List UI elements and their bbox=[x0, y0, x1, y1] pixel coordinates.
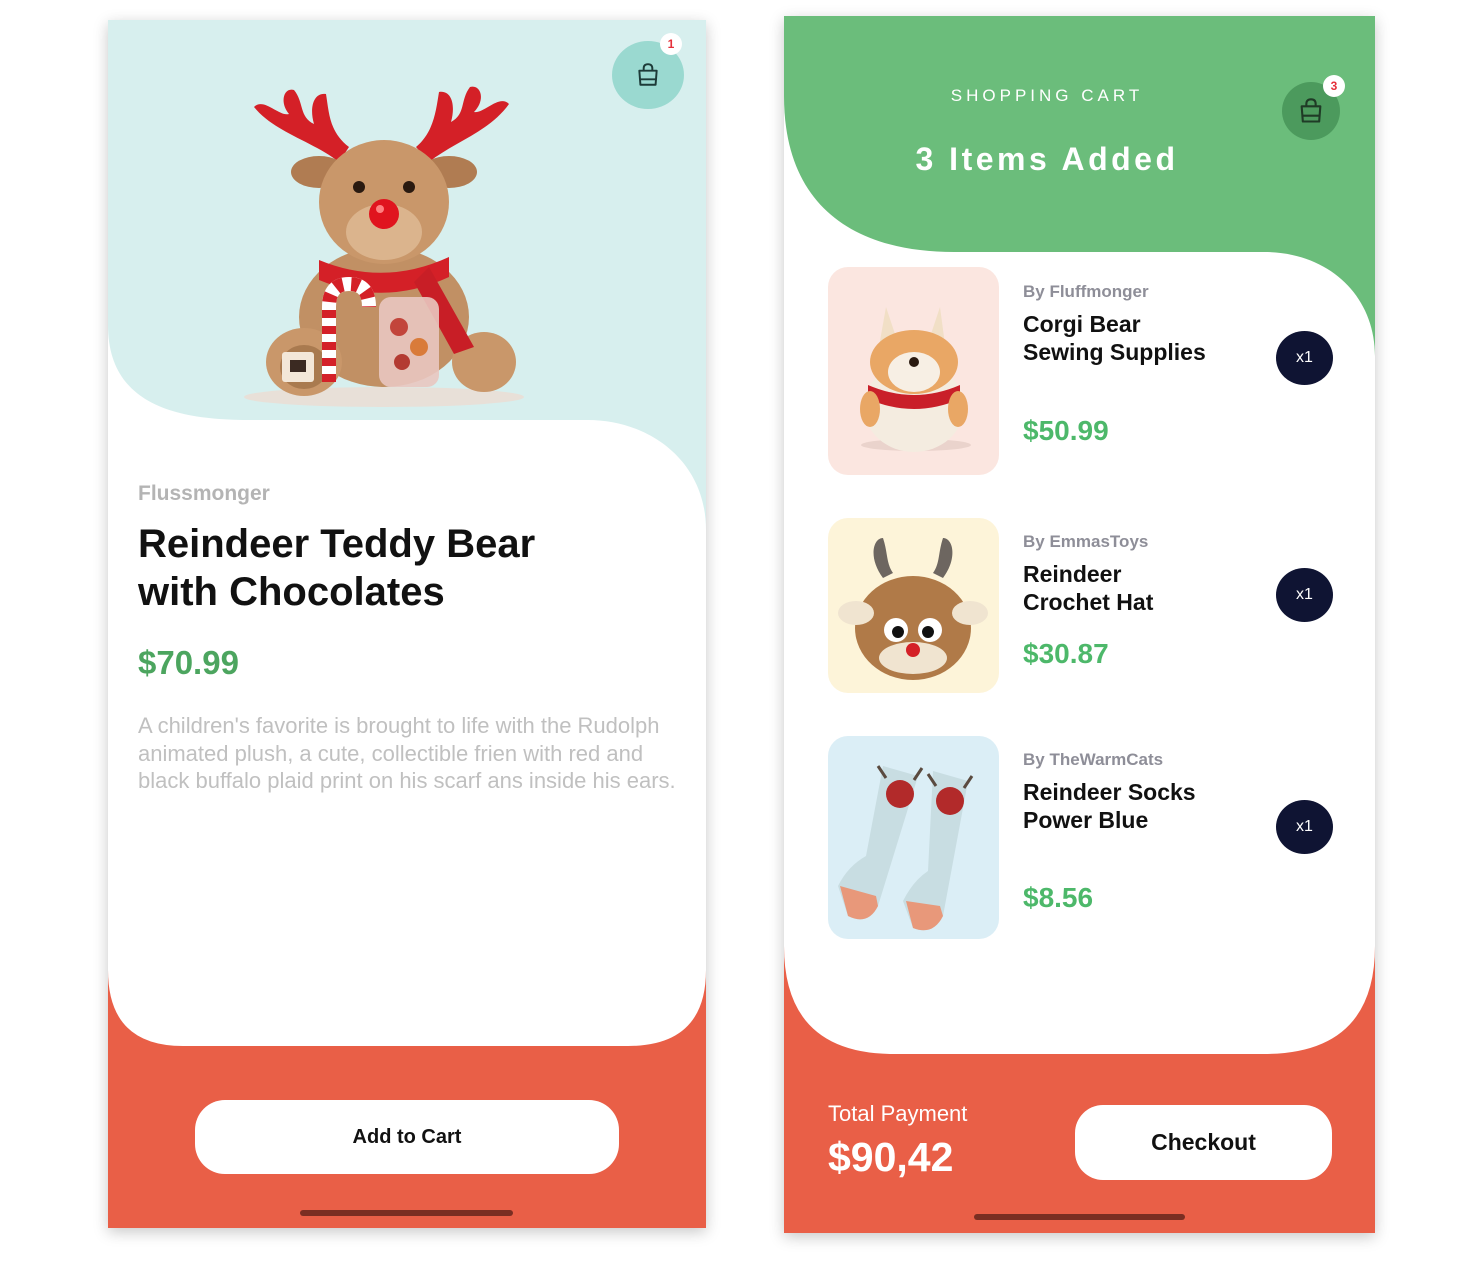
crochet-hat-image bbox=[828, 518, 999, 693]
socks-image bbox=[828, 736, 999, 939]
shopping-cart-screen: SHOPPING CART 3 Items Added 3 By Fluffmo… bbox=[784, 16, 1375, 1233]
product-seller: Flussmonger bbox=[138, 482, 270, 505]
product-title: Reindeer Teddy Bear with Chocolates bbox=[138, 520, 638, 616]
product-detail-screen: 1 Flussmonger Reindeer Teddy Bear with C… bbox=[108, 20, 706, 1228]
item-price: $50.99 bbox=[1023, 415, 1109, 446]
cart-count-badge: 3 bbox=[1323, 75, 1345, 97]
home-indicator bbox=[300, 1210, 513, 1216]
shopping-bag-icon bbox=[638, 63, 658, 86]
product-price: $70.99 bbox=[138, 644, 239, 681]
product-title-line2: with Chocolates bbox=[138, 570, 445, 614]
cart-count-badge: 1 bbox=[660, 33, 682, 55]
product-description: A children's favorite is brought to life… bbox=[138, 713, 676, 793]
corgi-plush-image bbox=[828, 267, 999, 475]
quantity-badge[interactable]: x1 bbox=[1276, 568, 1333, 622]
item-seller: By Fluffmonger bbox=[1023, 282, 1149, 301]
item-name: Corgi Bear Sewing Supplies bbox=[1023, 311, 1206, 365]
product-title-line1: Reindeer Teddy Bear bbox=[138, 522, 536, 566]
total-payment-label: Total Payment bbox=[828, 1101, 968, 1126]
items-added-title: 3 Items Added bbox=[915, 141, 1179, 177]
item-name: Reindeer Socks Power Blue bbox=[1023, 779, 1196, 833]
checkout-button[interactable]: Checkout bbox=[1075, 1105, 1332, 1180]
item-seller: By EmmasToys bbox=[1023, 532, 1149, 551]
home-indicator bbox=[974, 1214, 1185, 1220]
shopping-bag-icon bbox=[1300, 98, 1322, 123]
item-name: Reindeer Crochet Hat bbox=[1023, 561, 1154, 615]
item-seller: By TheWarmCats bbox=[1023, 750, 1164, 769]
quantity-badge[interactable]: x1 bbox=[1276, 331, 1333, 385]
item-price: $30.87 bbox=[1023, 638, 1109, 669]
reindeer-teddy-image bbox=[244, 86, 524, 407]
quantity-badge[interactable]: x1 bbox=[1276, 800, 1333, 854]
item-price: $8.56 bbox=[1023, 882, 1094, 913]
total-payment-value: $90,42 bbox=[828, 1134, 954, 1180]
add-to-cart-button[interactable]: Add to Cart bbox=[195, 1100, 619, 1174]
cart-header-label: SHOPPING CART bbox=[950, 86, 1144, 105]
